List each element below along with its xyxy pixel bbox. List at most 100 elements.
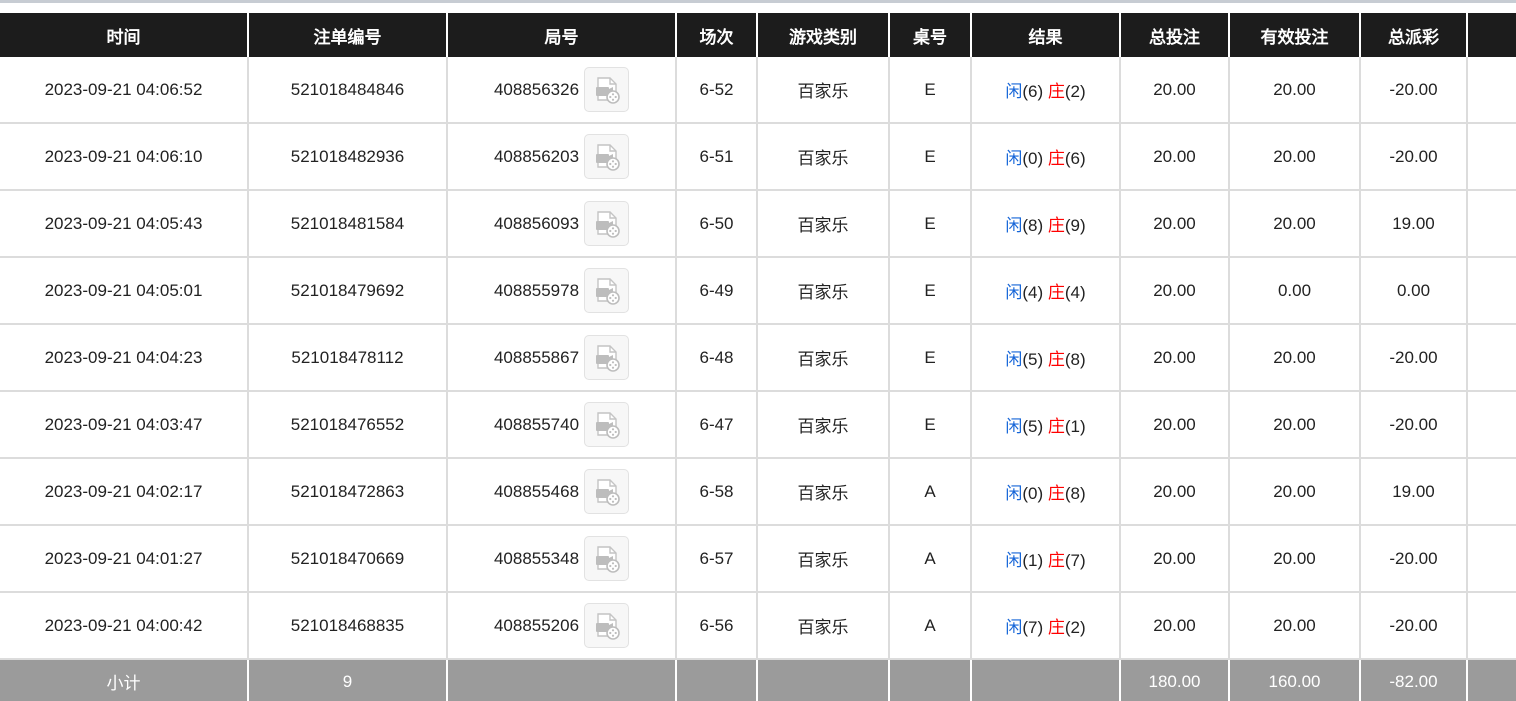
cell-valid-bet: 20.00 — [1228, 324, 1360, 392]
subtotal-empty-result — [970, 659, 1120, 701]
cell-total-bet: 20.00 — [1119, 525, 1229, 593]
result-banker-score: (6) — [1064, 149, 1086, 168]
column-header-result: 结果 — [970, 13, 1120, 57]
result-player-score: (0) — [1022, 149, 1044, 168]
cell-time: 2023-09-21 04:00:42 — [0, 592, 248, 660]
round-wrap: 408856203 — [493, 134, 630, 179]
cell-round: 408855348 — [446, 525, 676, 593]
cell-valid-bet: 0.00 — [1228, 257, 1360, 325]
result-player-score: (6) — [1022, 82, 1044, 101]
cell-bet-id: 521018484846 — [247, 57, 447, 124]
result-banker-score: (8) — [1064, 484, 1086, 503]
cell-bet-id: 521018472863 — [247, 458, 447, 526]
cell-bet-id: 521018468835 — [247, 592, 447, 660]
cell-result: 闲(0) 庄(6) — [970, 123, 1120, 191]
subtotal-row: 小计 9 180.00 160.00 -82.00 — [0, 659, 1516, 701]
cell-total-bet: 20.00 — [1119, 257, 1229, 325]
cell-bet-id: 521018482936 — [247, 123, 447, 191]
column-header-total-bet: 总投注 — [1119, 13, 1229, 57]
cell-session: 6-47 — [675, 391, 757, 459]
video-replay-icon[interactable] — [584, 67, 630, 112]
result-banker-label: 庄 — [1047, 350, 1065, 370]
cell-session: 6-58 — [675, 458, 757, 526]
column-header-payout: 总派彩 — [1359, 13, 1467, 57]
result-player-label: 闲 — [1005, 618, 1023, 638]
cell-table: A — [888, 458, 971, 526]
cell-table: A — [888, 592, 971, 660]
cell-valid-bet: 20.00 — [1228, 190, 1360, 258]
cell-time: 2023-09-21 04:03:47 — [0, 391, 248, 459]
table-row: 2023-09-21 04:00:42 521018468835 4088552… — [0, 592, 1516, 660]
cell-game-type: 百家乐 — [756, 257, 889, 325]
video-replay-icon[interactable] — [584, 402, 630, 447]
round-id: 408856203 — [493, 146, 580, 166]
cell-valid-bet: 20.00 — [1228, 525, 1360, 593]
subtotal-empty-table — [888, 659, 971, 701]
cell-round: 408856093 — [446, 190, 676, 258]
cell-bet-id: 521018478112 — [247, 324, 447, 392]
subtotal-empty-session — [675, 659, 757, 701]
cell-time: 2023-09-21 04:01:27 — [0, 525, 248, 593]
subtotal-payout: -82.00 — [1359, 659, 1467, 701]
cell-session: 6-49 — [675, 257, 757, 325]
cell-session: 6-52 — [675, 57, 757, 124]
result-player-score: (4) — [1022, 283, 1044, 302]
cell-spacer — [1466, 257, 1516, 325]
round-id: 408855978 — [493, 280, 580, 300]
cell-table: E — [888, 324, 971, 392]
cell-spacer — [1466, 324, 1516, 392]
result-banker-score: (9) — [1064, 216, 1086, 235]
cell-table: E — [888, 391, 971, 459]
cell-payout: -20.00 — [1359, 123, 1467, 191]
cell-spacer — [1466, 57, 1516, 124]
cell-table: E — [888, 190, 971, 258]
cell-result: 闲(4) 庄(4) — [970, 257, 1120, 325]
result-player-score: (5) — [1022, 417, 1044, 436]
result-banker-score: (2) — [1064, 618, 1086, 637]
cell-game-type: 百家乐 — [756, 190, 889, 258]
video-replay-icon[interactable] — [584, 134, 630, 179]
round-id: 408855740 — [493, 414, 580, 434]
cell-total-bet: 20.00 — [1119, 57, 1229, 124]
video-replay-icon[interactable] — [584, 536, 630, 581]
cell-payout: -20.00 — [1359, 324, 1467, 392]
result-player-label: 闲 — [1005, 417, 1023, 437]
top-gap — [0, 3, 1516, 13]
cell-time: 2023-09-21 04:02:17 — [0, 458, 248, 526]
cell-session: 6-56 — [675, 592, 757, 660]
result-player-label: 闲 — [1005, 82, 1023, 102]
cell-round: 408855468 — [446, 458, 676, 526]
cell-game-type: 百家乐 — [756, 458, 889, 526]
cell-bet-id: 521018470669 — [247, 525, 447, 593]
video-replay-icon[interactable] — [584, 469, 630, 514]
cell-session: 6-51 — [675, 123, 757, 191]
cell-game-type: 百家乐 — [756, 592, 889, 660]
round-wrap: 408855206 — [494, 603, 630, 648]
round-id: 408855468 — [493, 481, 580, 501]
cell-table: E — [888, 257, 971, 325]
cell-time: 2023-09-21 04:05:01 — [0, 257, 248, 325]
subtotal-valid-bet: 160.00 — [1228, 659, 1360, 701]
cell-total-bet: 20.00 — [1119, 592, 1229, 660]
video-replay-icon[interactable] — [584, 201, 630, 246]
cell-game-type: 百家乐 — [756, 525, 889, 593]
video-replay-icon[interactable] — [584, 268, 630, 313]
result-player-label: 闲 — [1005, 149, 1023, 169]
cell-total-bet: 20.00 — [1119, 123, 1229, 191]
cell-payout: 19.00 — [1359, 458, 1467, 526]
cell-session: 6-57 — [675, 525, 757, 593]
video-replay-icon[interactable] — [584, 603, 630, 648]
table-row: 2023-09-21 04:01:27 521018470669 4088553… — [0, 525, 1516, 593]
cell-spacer — [1466, 525, 1516, 593]
result-banker-label: 庄 — [1047, 417, 1065, 437]
cell-payout: -20.00 — [1359, 57, 1467, 124]
cell-round: 408856326 — [446, 57, 676, 124]
result-banker-label: 庄 — [1047, 149, 1065, 169]
column-header-game-type: 游戏类别 — [756, 13, 889, 57]
result-banker-score: (2) — [1064, 82, 1086, 101]
video-replay-icon[interactable] — [584, 335, 630, 380]
column-header-time: 时间 — [0, 13, 248, 57]
column-header-round-id: 局号 — [446, 13, 676, 57]
cell-round: 408855206 — [446, 592, 676, 660]
round-wrap: 408856093 — [494, 201, 630, 246]
